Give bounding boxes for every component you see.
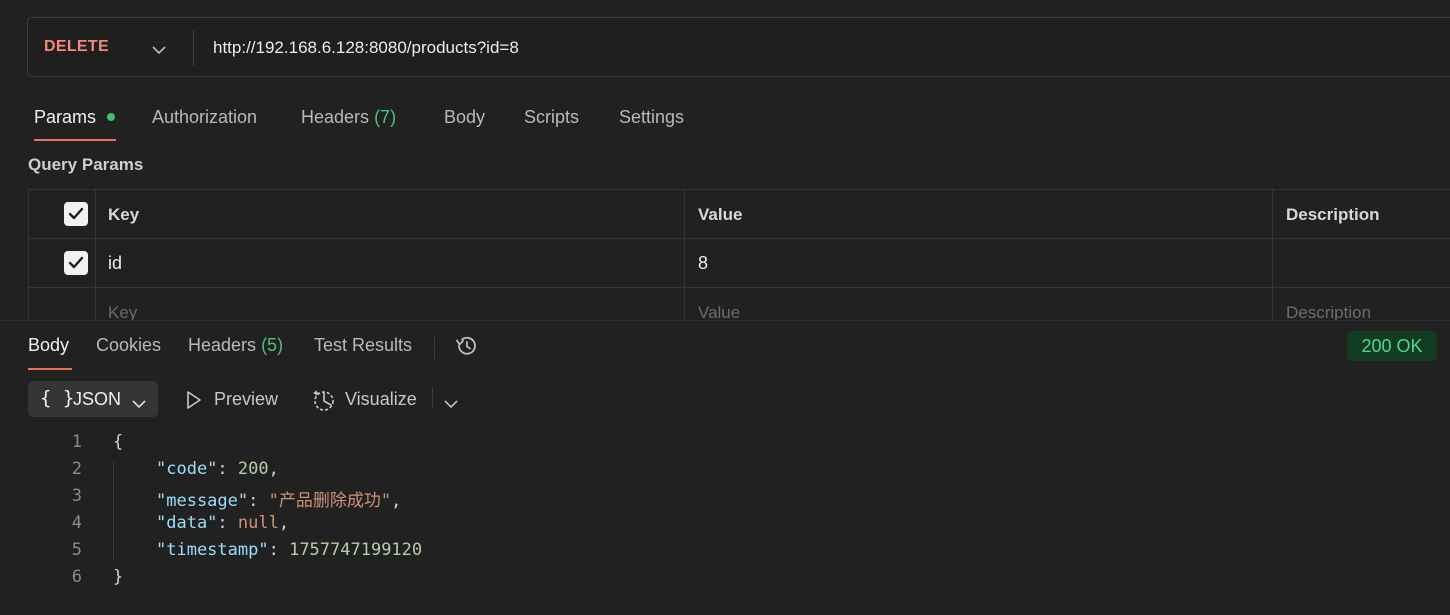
chevron-down-icon bbox=[132, 394, 146, 414]
tab-scripts[interactable]: Scripts bbox=[524, 107, 579, 128]
visualize-icon bbox=[312, 387, 336, 418]
json-line: "data": null, bbox=[156, 513, 290, 533]
table-divider bbox=[28, 190, 29, 325]
param-value-cell[interactable]: 8 bbox=[698, 253, 708, 274]
line-number: 1 bbox=[71, 432, 82, 452]
table-divider bbox=[28, 238, 1450, 239]
table-divider bbox=[684, 190, 685, 325]
json-braces-icon: { } bbox=[40, 387, 75, 409]
json-line: "timestamp": 1757747199120 bbox=[156, 540, 423, 560]
json-close-brace: } bbox=[113, 567, 124, 587]
tab-response-cookies[interactable]: Cookies bbox=[96, 335, 161, 356]
tab-headers[interactable]: Headers (7) bbox=[301, 107, 396, 128]
tab-response-headers[interactable]: Headers (5) bbox=[188, 335, 283, 356]
format-label: JSON bbox=[73, 389, 122, 409]
table-divider bbox=[95, 190, 96, 325]
active-tab-underline bbox=[28, 368, 72, 370]
select-all-checkbox[interactable] bbox=[64, 202, 88, 226]
line-number: 2 bbox=[71, 459, 82, 479]
tab-body[interactable]: Body bbox=[444, 107, 485, 128]
json-line: "message": "产品删除成功", bbox=[156, 491, 402, 511]
divider bbox=[193, 30, 194, 66]
preview-button[interactable]: Preview bbox=[214, 389, 278, 410]
chevron-down-icon[interactable] bbox=[152, 40, 166, 60]
divider bbox=[432, 387, 433, 409]
status-badge: 200 OK bbox=[1347, 331, 1437, 361]
json-key: "message" bbox=[156, 491, 249, 511]
checkmark-icon bbox=[68, 207, 84, 220]
line-number: 4 bbox=[71, 513, 82, 533]
json-key: "data" bbox=[156, 513, 218, 533]
tab-test-results[interactable]: Test Results bbox=[314, 335, 412, 356]
column-header-value: Value bbox=[698, 205, 743, 224]
json-value: 200 bbox=[237, 459, 269, 479]
tab-headers-label: Headers bbox=[301, 107, 370, 127]
indent-guide bbox=[113, 461, 114, 561]
json-value: 1757747199120 bbox=[289, 540, 423, 560]
request-bar: DELETE http://192.168.6.128:8080/product… bbox=[27, 17, 1450, 77]
json-line: "code": 200, bbox=[156, 459, 279, 479]
divider bbox=[434, 337, 435, 359]
line-number: 3 bbox=[71, 486, 82, 506]
tab-settings[interactable]: Settings bbox=[619, 107, 684, 128]
tab-params[interactable]: Params bbox=[34, 107, 96, 128]
play-outline-icon bbox=[185, 390, 203, 415]
tab-authorization[interactable]: Authorization bbox=[152, 107, 257, 128]
line-number: 5 bbox=[71, 540, 82, 560]
url-input[interactable]: http://192.168.6.128:8080/products?id=8 bbox=[213, 38, 519, 58]
param-row-checkbox[interactable] bbox=[64, 251, 88, 275]
tab-response-headers-count: (5) bbox=[261, 335, 284, 355]
json-open-brace: { bbox=[113, 432, 124, 452]
json-key: "timestamp" bbox=[156, 540, 269, 560]
tab-response-body[interactable]: Body bbox=[28, 335, 69, 356]
visualize-button[interactable]: Visualize bbox=[345, 389, 417, 410]
method-selector[interactable]: DELETE bbox=[44, 38, 109, 56]
line-number: 6 bbox=[71, 567, 82, 587]
query-params-table: Key Value Description id 8 Key Value Des… bbox=[28, 189, 1450, 325]
json-key: "code" bbox=[156, 459, 218, 479]
active-tab-underline bbox=[34, 139, 116, 141]
checkmark-icon bbox=[68, 256, 84, 269]
column-header-description: Description bbox=[1286, 205, 1380, 224]
format-selector[interactable]: { } JSON bbox=[28, 381, 158, 417]
query-params-title: Query Params bbox=[28, 155, 144, 174]
params-active-dot bbox=[107, 113, 115, 121]
table-divider bbox=[1272, 190, 1273, 325]
chevron-down-icon[interactable] bbox=[444, 394, 458, 414]
tab-headers-count: (7) bbox=[374, 107, 397, 127]
param-key-cell[interactable]: id bbox=[108, 253, 122, 274]
json-value: "产品删除成功" bbox=[268, 491, 392, 511]
column-header-key: Key bbox=[108, 205, 140, 224]
table-divider bbox=[28, 287, 1450, 288]
json-value: null bbox=[237, 513, 279, 533]
history-icon[interactable] bbox=[454, 334, 480, 363]
tab-response-headers-label: Headers bbox=[188, 335, 257, 355]
